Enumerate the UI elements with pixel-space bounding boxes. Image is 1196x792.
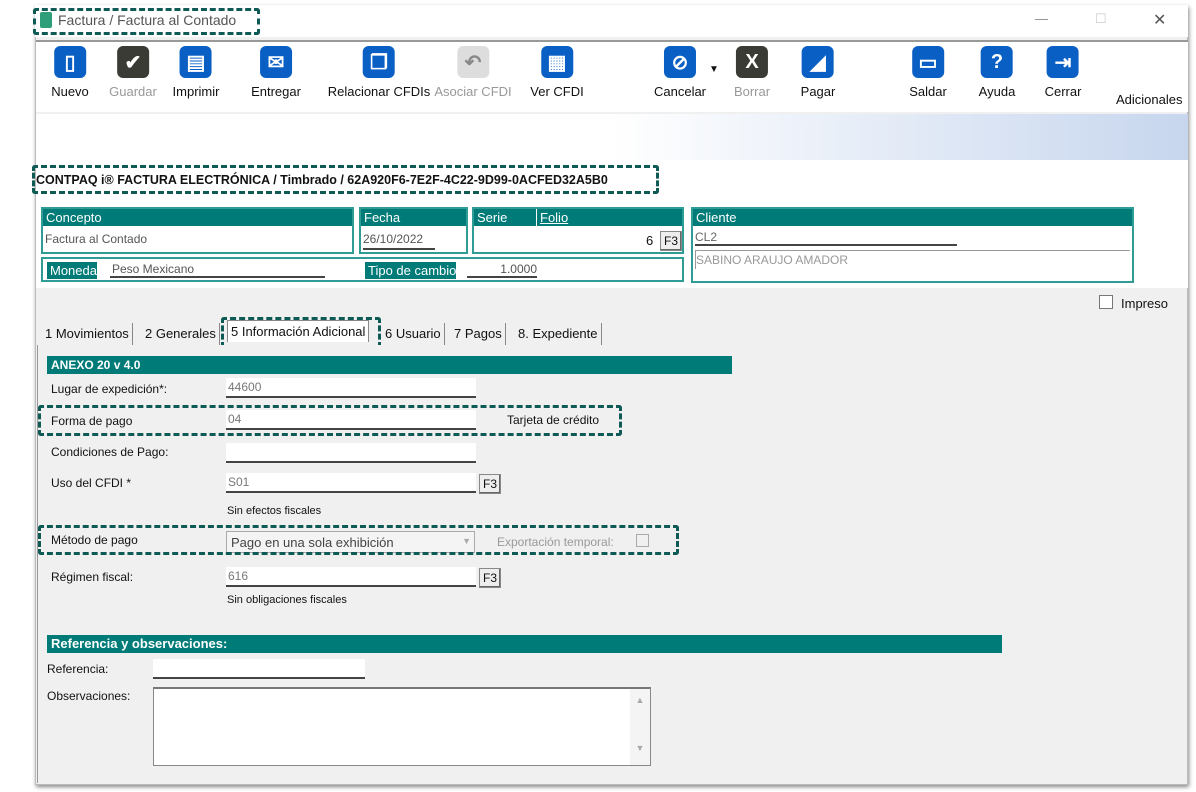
new-document-icon: ▯ [53,46,86,78]
toolbar-label: Ayuda [978,84,1016,99]
cancel-icon: ⊘ [664,46,696,78]
related-docs-icon: ❐ [363,46,395,78]
minimize-button[interactable]: — [1035,11,1048,26]
tipo-cambio-label: Tipo de cambio [365,262,457,279]
ayuda-button[interactable]: ? Ayuda [978,46,1016,99]
toolbar-label: Cancelar [653,84,707,99]
metodo-pago-highlight [38,525,679,555]
cancelar-button[interactable]: ⊘ Cancelar [654,46,706,99]
toolbar-label: Borrar [733,84,771,99]
cliente-box: Cliente CL2 SABINO ARAUJO AMADOR [691,207,1134,283]
asociar-cfdi-button[interactable]: ↶ Asociar CFDI [434,46,512,99]
fecha-label: Fecha [361,209,466,226]
ver-cfdi-button[interactable]: ▦ Ver CFDI [530,46,584,99]
delete-icon: X [736,46,768,78]
uso-cfdi-input[interactable]: S01 [226,473,476,493]
toolbar-label: Ver CFDI [530,84,584,99]
help-icon: ? [980,46,1013,78]
regimen-input[interactable]: 616 [226,567,476,587]
concepto-label: Concepto [43,209,352,226]
observaciones-scrollbar[interactable]: ▲ ▼ [630,689,650,765]
gradient-band [36,114,1188,160]
uso-cfdi-description: Sin efectos fiscales [227,505,322,517]
deliver-icon: ✉ [260,46,292,78]
lugar-input[interactable]: 44600 [226,378,476,398]
regimen-description: Sin obligaciones fiscales [227,594,347,606]
tab-generales[interactable]: 2 Generales [142,323,220,345]
referencia-section-header: Referencia y observaciones: [47,635,1002,653]
view-cfdi-icon: ▦ [541,46,573,78]
moneda-value[interactable]: Peso Mexicano [110,262,325,278]
tab-highlight [221,317,381,348]
referencia-input[interactable] [153,659,365,679]
associate-icon: ↶ [456,46,489,78]
condiciones-label: Condiciones de Pago: [51,445,169,459]
serie-folio-header: Serie Folio [474,209,682,226]
borrar-button[interactable]: X Borrar [734,46,770,99]
observaciones-label: Observaciones: [47,689,131,703]
folio-f3-button[interactable]: F3 [660,231,682,251]
regimen-f3-button[interactable]: F3 [479,568,501,588]
close-button[interactable]: ✕ [1153,10,1166,30]
toolbar-label: Relacionar CFDIs [327,84,431,99]
cliente-label: Cliente [693,209,1132,226]
referencia-label: Referencia: [47,662,109,676]
moneda-label: Moneda [47,262,97,279]
imprimir-button[interactable]: ▤ Imprimir [172,46,220,99]
folio-label: Folio [536,209,568,226]
toolbar-label: Pagar [800,84,836,99]
cancel-dropdown-icon[interactable]: ▼ [709,64,719,75]
doc-header-highlight [32,165,659,194]
condiciones-input[interactable] [226,443,476,463]
impreso-checkbox[interactable] [1099,295,1113,309]
toolbar-label: Nuevo [51,84,89,99]
title-highlight [33,8,260,35]
printer-icon: ▤ [180,46,212,78]
fecha-value[interactable]: 26/10/2022 [363,232,435,250]
scroll-down-icon[interactable]: ▼ [630,743,650,753]
cliente-name: SABINO ARAUJO AMADOR [695,250,1130,269]
tab-usuario[interactable]: 6 Usuario [382,323,445,345]
cerrar-button[interactable]: ⇥ Cerrar [1044,46,1082,99]
toolbar-label: Entregar [251,84,301,99]
tab-pagos[interactable]: 7 Pagos [451,323,506,345]
save-check-icon: ✔ [116,46,149,78]
moneda-box: Moneda Peso Mexicano Tipo de cambio 1.00… [41,257,684,282]
toolbar-label: Cerrar [1044,84,1082,99]
regimen-label: Régimen fiscal: [51,570,134,584]
toolbar-label: Asociar CFDI [434,84,512,99]
folio-value[interactable]: 6 [646,233,653,248]
exit-door-icon: ⇥ [1047,46,1079,78]
folio-box: Serie Folio 6 F3 [472,207,684,254]
cliente-code[interactable]: CL2 [695,230,957,246]
fecha-box: Fecha 26/10/2022 [359,207,468,254]
toolbar-label: Saldar [909,84,947,99]
nuevo-button[interactable]: ▯ Nuevo [51,46,89,99]
concepto-value[interactable]: Factura al Contado [43,226,352,252]
maximize-button[interactable]: ☐ [1095,11,1107,27]
uso-cfdi-label: Uso del CFDI * [51,476,132,490]
observaciones-textarea[interactable]: ▲ ▼ [153,687,651,766]
impreso-label: Impreso [1121,296,1168,311]
guardar-button[interactable]: ✔ Guardar [109,46,157,99]
scroll-up-icon[interactable]: ▲ [630,695,650,705]
saldar-button[interactable]: ▭ Saldar [909,46,947,99]
concepto-box: Concepto Factura al Contado [41,207,354,254]
entregar-button[interactable]: ✉ Entregar [251,46,301,99]
lugar-label: Lugar de expedición*: [51,382,168,396]
pagar-button[interactable]: ◢ Pagar [800,46,836,99]
forma-pago-highlight [38,405,622,436]
settle-icon: ▭ [911,46,944,78]
toolbar-label: Imprimir [172,84,220,99]
uso-cfdi-f3-button[interactable]: F3 [479,474,501,494]
pay-icon: ◢ [801,46,834,78]
serie-label: Serie [477,210,508,225]
tab-movimientos[interactable]: 1 Movimientos [42,323,133,345]
tab-expediente[interactable]: 8. Expediente [515,323,602,345]
relacionar-cfdis-button[interactable]: ❐ Relacionar CFDIs [327,46,431,99]
adicionales-menu[interactable]: Adicionales [1116,92,1183,107]
tipo-cambio-value[interactable]: 1.0000 [467,262,537,278]
anexo-section-header: ANEXO 20 v 4.0 [47,356,732,374]
toolbar-label: Guardar [109,84,157,99]
